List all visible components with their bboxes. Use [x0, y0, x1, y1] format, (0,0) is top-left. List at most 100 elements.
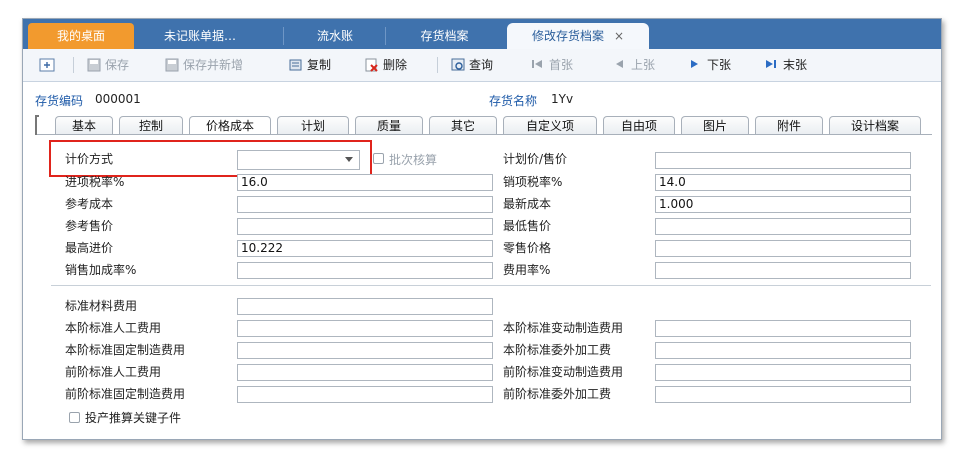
min-price-field[interactable]: [655, 218, 911, 235]
prev-fixed-mfg-label: 前阶标准固定制造费用: [65, 387, 186, 401]
first-button[interactable]: 首张: [531, 57, 573, 73]
subtab-image[interactable]: 图片: [681, 116, 749, 135]
last-label: 末张: [783, 58, 808, 72]
subtab-plan[interactable]: 计划: [277, 116, 349, 135]
tab-separator: [283, 27, 284, 45]
sales-markup-field[interactable]: [237, 262, 493, 279]
query-button[interactable]: 查询: [451, 57, 493, 73]
next-label: 下张: [707, 58, 732, 72]
save-and-new-button[interactable]: 保存并新增: [165, 57, 243, 73]
subtab-label: 附件: [776, 119, 801, 133]
input-tax-field[interactable]: 16.0: [237, 174, 493, 191]
last-button[interactable]: 末张: [765, 57, 807, 73]
subtab-baseline: [37, 134, 932, 135]
prev-fixed-mfg-field[interactable]: [237, 386, 493, 403]
copy-button[interactable]: 复制: [289, 57, 331, 73]
subtab-label: 控制: [138, 119, 163, 133]
cur-labor-field[interactable]: [237, 320, 493, 337]
cur-labor-label: 本阶标准人工费用: [65, 321, 162, 335]
delete-icon: [365, 58, 379, 72]
batch-check-label: 批次核算: [389, 153, 438, 167]
ref-cost-field[interactable]: [237, 196, 493, 213]
subtab-label: 价格成本: [205, 119, 254, 133]
tab-inventory-file[interactable]: 存货档案: [387, 23, 502, 49]
subtab-free[interactable]: 自由项: [603, 116, 675, 135]
prev-var-mfg-field[interactable]: [655, 364, 911, 381]
subtab-label: 图片: [702, 119, 727, 133]
subtab-label: 计划: [300, 119, 325, 133]
subtab-attachment[interactable]: 附件: [755, 116, 823, 135]
expense-rate-field[interactable]: [655, 262, 911, 279]
toolbar: 保存 保存并新增 复制 删除 查询 首张 上张 下张 末张: [23, 49, 941, 82]
prev-labor-field[interactable]: [237, 364, 493, 381]
input-tax-label: 进项税率%: [65, 175, 125, 189]
add-button[interactable]: [39, 57, 57, 73]
query-icon: [451, 58, 465, 72]
delete-label: 删除: [383, 58, 408, 72]
close-icon[interactable]: ×: [614, 29, 624, 43]
ref-price-field[interactable]: [237, 218, 493, 235]
plan-price-field[interactable]: [655, 152, 911, 169]
subtab-label: 自定义项: [525, 119, 574, 133]
tab-edit-inventory[interactable]: 修改存货档案 ×: [507, 23, 649, 49]
prev-button[interactable]: 上张: [613, 57, 655, 73]
save-button[interactable]: 保存: [87, 57, 129, 73]
subtab-custom[interactable]: 自定义项: [503, 116, 597, 135]
retail-price-field[interactable]: [655, 240, 911, 257]
tab-unposted-docs[interactable]: 未记账单据…: [141, 23, 259, 49]
subtab-label: 基本: [71, 119, 96, 133]
window: 我的桌面 未记账单据… 流水账 存货档案 修改存货档案 × 保存 保存并新增 复制…: [22, 18, 942, 440]
subtab-design-file[interactable]: 设计档案: [829, 116, 921, 135]
prev-labor-label: 前阶标准人工费用: [65, 365, 162, 379]
name-label: 存货名称: [489, 94, 538, 108]
prev-icon: [613, 58, 627, 72]
input-tax-value: 16.0: [241, 175, 268, 189]
tab-separator: [385, 27, 386, 45]
name-value: 1Yv: [551, 92, 574, 106]
min-price-label: 最低售价: [503, 219, 552, 233]
tab-journal[interactable]: 流水账: [285, 23, 385, 49]
std-material-label: 标准材料费用: [65, 299, 138, 313]
subtab-control[interactable]: 控制: [119, 116, 183, 135]
last-icon: [765, 58, 779, 72]
next-button[interactable]: 下张: [689, 57, 731, 73]
cur-fixed-mfg-field[interactable]: [237, 342, 493, 359]
query-label: 查询: [469, 58, 494, 72]
prev-outsource-label: 前阶标准委外加工费: [503, 387, 612, 401]
latest-cost-value: 1.000: [659, 197, 694, 211]
delete-button[interactable]: 删除: [365, 57, 407, 73]
tab-label: 我的桌面: [56, 29, 105, 43]
batch-check-checkbox[interactable]: [373, 153, 384, 164]
max-purchase-label: 最高进价: [65, 241, 114, 255]
tab-label: 流水账: [316, 29, 353, 43]
latest-cost-field[interactable]: 1.000: [655, 196, 911, 213]
code-label: 存货编码: [35, 94, 84, 108]
tab-label: 未记账单据…: [163, 29, 236, 43]
std-material-field[interactable]: [237, 298, 493, 315]
section-divider: [51, 285, 931, 286]
cur-var-mfg-field[interactable]: [655, 320, 911, 337]
tab-my-desktop[interactable]: 我的桌面: [28, 23, 134, 49]
subtab-quality[interactable]: 质量: [355, 116, 423, 135]
prev-outsource-field[interactable]: [655, 386, 911, 403]
first-icon: [531, 58, 545, 72]
max-purchase-field[interactable]: 10.222: [237, 240, 493, 257]
sales-tax-value: 14.0: [659, 175, 686, 189]
cur-outsource-field[interactable]: [655, 342, 911, 359]
tab-label: 修改存货档案: [531, 29, 604, 43]
expense-rate-label: 费用率%: [503, 263, 551, 277]
code-value: 000001: [95, 92, 141, 106]
subtab-other[interactable]: 其它: [429, 116, 497, 135]
sales-tax-field[interactable]: 14.0: [655, 174, 911, 191]
key-part-checkbox[interactable]: [69, 412, 80, 423]
subtab-price-cost[interactable]: 价格成本: [189, 116, 271, 135]
save-label: 保存: [105, 58, 130, 72]
sales-markup-label: 销售加成率%: [65, 263, 137, 277]
save-new-icon: [165, 58, 179, 72]
prev-var-mfg-label: 前阶标准变动制造费用: [503, 365, 624, 379]
subtab-basic[interactable]: 基本: [55, 116, 113, 135]
add-icon: [39, 58, 55, 72]
tab-label: 存货档案: [420, 29, 469, 43]
prev-label: 上张: [631, 58, 656, 72]
cur-var-mfg-label: 本阶标准变动制造费用: [503, 321, 624, 335]
